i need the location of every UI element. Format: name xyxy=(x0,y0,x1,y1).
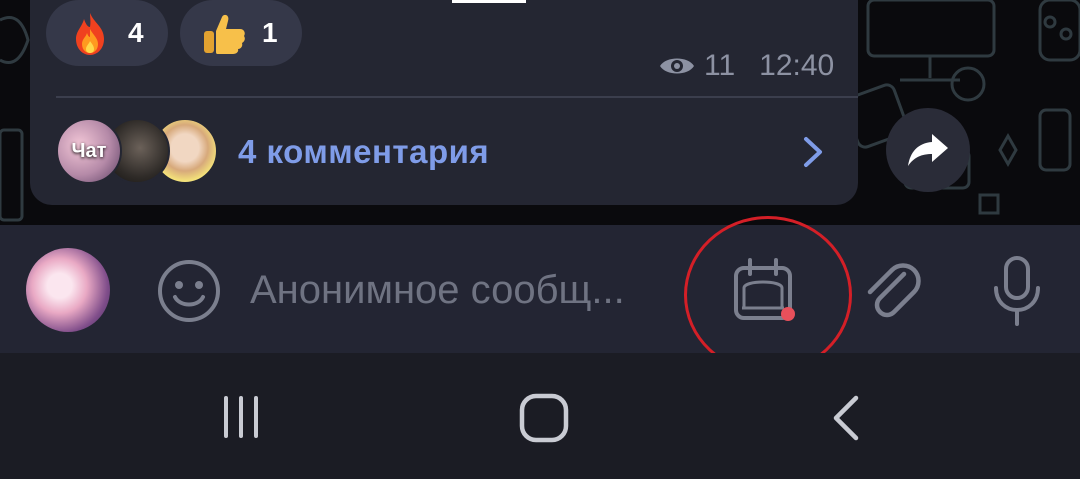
comments-link[interactable]: 4 комментария xyxy=(238,133,489,171)
microphone-icon[interactable] xyxy=(990,256,1044,328)
share-arrow-icon xyxy=(908,134,948,166)
avatar-chat-label: Чат xyxy=(71,139,107,162)
reaction-fire-button[interactable]: 4 xyxy=(46,0,168,66)
comments-divider xyxy=(56,96,858,98)
text-cursor-remnant xyxy=(452,0,526,3)
post-time: 12:40 xyxy=(759,49,835,82)
views-count: 11 xyxy=(704,49,736,82)
thumbs-up-emoji-icon xyxy=(204,14,245,54)
commenter-avatars[interactable]: Чат xyxy=(56,118,218,184)
chevron-right-icon[interactable] xyxy=(800,136,826,168)
home-icon[interactable] xyxy=(518,392,570,444)
post-meta: 11 12:40 xyxy=(658,48,834,84)
message-input-field[interactable]: Анонимное сообщ... xyxy=(250,268,625,313)
paperclip-icon[interactable] xyxy=(858,256,924,326)
highlight-circle-annotation xyxy=(684,216,852,374)
back-icon[interactable] xyxy=(826,392,866,444)
send-as-avatar[interactable] xyxy=(26,248,110,332)
eye-icon xyxy=(660,58,694,74)
reaction-thumbs-up-count: 1 xyxy=(262,17,278,48)
smiley-icon[interactable] xyxy=(156,258,222,324)
reaction-fire-count: 4 xyxy=(128,17,144,48)
reaction-thumbs-up-button[interactable]: 1 xyxy=(180,0,302,66)
avatar-chat: Чат xyxy=(56,118,122,184)
share-button[interactable] xyxy=(886,108,970,192)
fire-emoji-icon xyxy=(76,13,104,55)
recent-apps-icon[interactable] xyxy=(216,392,266,442)
